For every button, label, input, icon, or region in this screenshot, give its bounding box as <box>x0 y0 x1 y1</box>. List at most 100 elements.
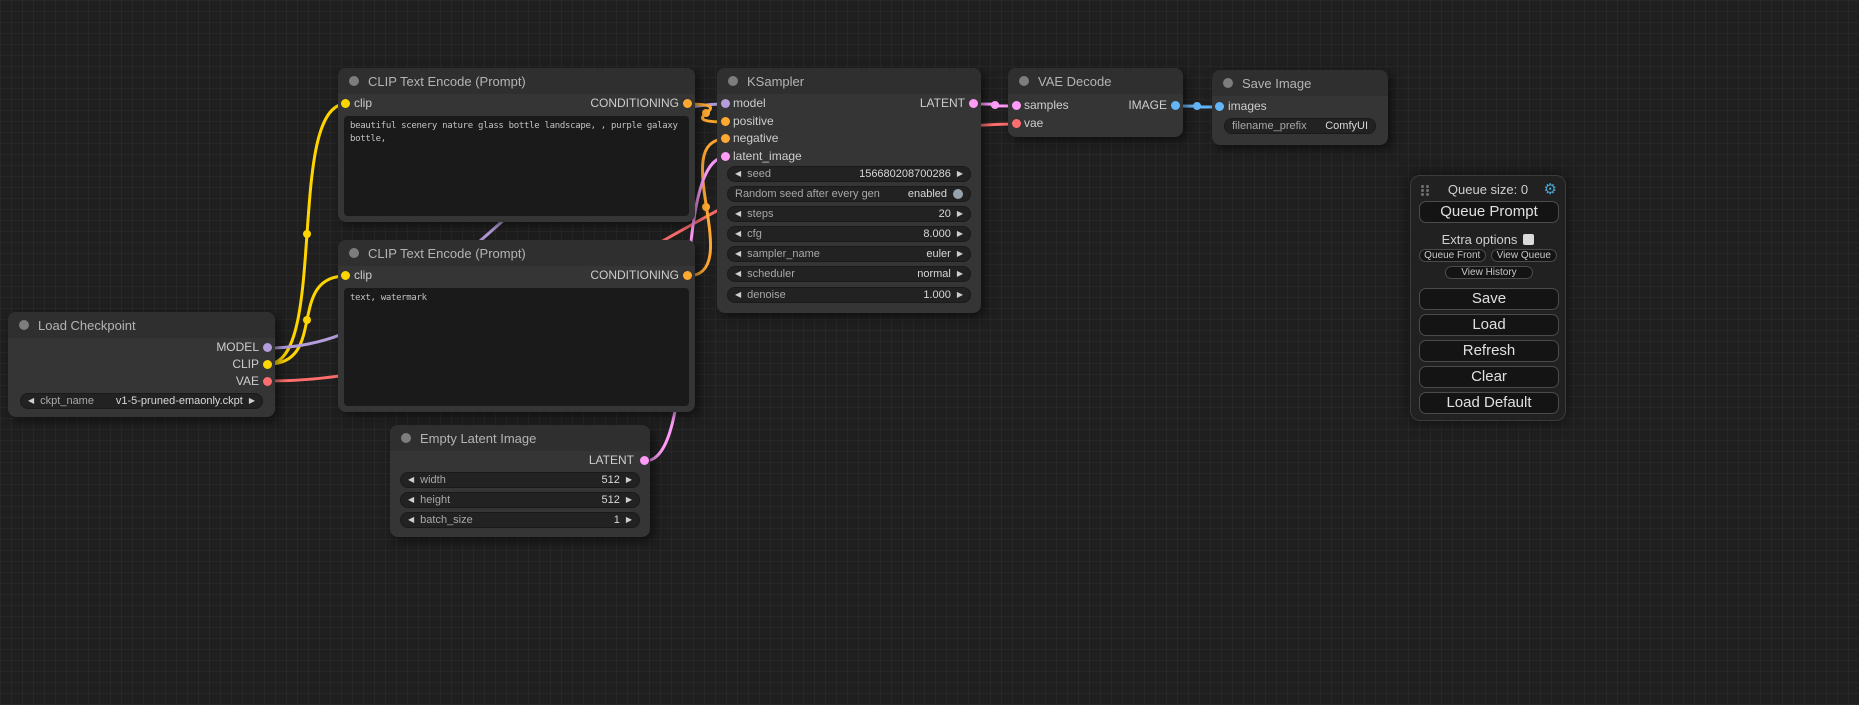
port-model-input[interactable] <box>721 99 730 108</box>
decrement-arrow-icon[interactable]: ◀ <box>735 166 741 182</box>
port-conditioning-output[interactable] <box>683 99 692 108</box>
port-vae-output[interactable] <box>263 377 272 386</box>
queue-prompt-button[interactable]: Queue Prompt <box>1419 201 1559 223</box>
widget-value: 20 <box>939 208 951 220</box>
node-title-bar[interactable]: Load Checkpoint <box>8 312 275 338</box>
toggle-knob[interactable] <box>953 189 963 199</box>
batch-size-widget[interactable]: ◀ batch_size 1 ▶ <box>400 512 640 528</box>
port-clip-input[interactable] <box>341 271 350 280</box>
node-title-bar[interactable]: Save Image <box>1212 70 1388 96</box>
load-default-button[interactable]: Load Default <box>1419 392 1559 414</box>
steps-widget[interactable]: ◀ steps 20 ▶ <box>727 206 971 222</box>
queue-panel: Queue size: 0 ⚙ Queue Prompt Extra optio… <box>1410 175 1566 421</box>
sampler-name-widget[interactable]: ◀ sampler_name euler ▶ <box>727 246 971 262</box>
scheduler-widget[interactable]: ◀ scheduler normal ▶ <box>727 266 971 282</box>
port-latent-output[interactable] <box>640 456 649 465</box>
prev-arrow-icon[interactable]: ◀ <box>735 246 741 262</box>
node-title-bar[interactable]: CLIP Text Encode (Prompt) <box>338 240 695 266</box>
port-image-output[interactable] <box>1171 101 1180 110</box>
collapse-dot[interactable] <box>349 76 359 86</box>
increment-arrow-icon[interactable]: ▶ <box>626 492 632 508</box>
widget-value: normal <box>917 268 951 280</box>
view-queue-button[interactable]: View Queue <box>1491 249 1558 262</box>
port-negative-input[interactable] <box>721 134 730 143</box>
next-arrow-icon[interactable]: ▶ <box>957 266 963 282</box>
filename-prefix-widget[interactable]: filename_prefix ComfyUI <box>1224 118 1376 134</box>
view-history-button[interactable]: View History <box>1445 266 1533 279</box>
prompt-textarea[interactable]: text, watermark <box>344 288 689 406</box>
port-positive-input[interactable] <box>721 117 730 126</box>
increment-arrow-icon[interactable]: ▶ <box>626 512 632 528</box>
port-vae-input[interactable] <box>1012 119 1021 128</box>
load-button[interactable]: Load <box>1419 314 1559 336</box>
input-label-latent-image: latent_image <box>733 148 802 165</box>
decrement-arrow-icon[interactable]: ◀ <box>408 472 414 488</box>
random-seed-toggle[interactable]: Random seed after every gen enabled <box>727 186 971 202</box>
output-label-vae: VAE <box>24 373 259 390</box>
decrement-arrow-icon[interactable]: ◀ <box>735 287 741 303</box>
next-arrow-icon[interactable]: ▶ <box>957 246 963 262</box>
widget-name: Random seed after every gen <box>735 188 880 200</box>
increment-arrow-icon[interactable]: ▶ <box>957 226 963 242</box>
port-latent-image-input[interactable] <box>721 152 730 161</box>
node-vae-decode[interactable]: VAE Decode samples IMAGE vae <box>1008 68 1183 137</box>
node-clip-text-encode-positive[interactable]: CLIP Text Encode (Prompt) clip CONDITION… <box>338 68 695 222</box>
widget-value: 1 <box>614 514 620 526</box>
node-title: KSampler <box>747 74 804 89</box>
node-title-bar[interactable]: KSampler <box>717 68 981 94</box>
input-label-positive: positive <box>733 113 774 130</box>
node-ksampler[interactable]: KSampler model LATENT positive negative … <box>717 68 981 313</box>
prev-arrow-icon[interactable]: ◀ <box>28 393 34 409</box>
width-widget[interactable]: ◀ width 512 ▶ <box>400 472 640 488</box>
input-label-samples: samples <box>1024 97 1069 114</box>
settings-gear-icon[interactable]: ⚙ <box>1544 180 1557 198</box>
node-clip-text-encode-negative[interactable]: CLIP Text Encode (Prompt) clip CONDITION… <box>338 240 695 412</box>
cfg-widget[interactable]: ◀ cfg 8.000 ▶ <box>727 226 971 242</box>
seed-widget[interactable]: ◀ seed 156680208700286 ▶ <box>727 166 971 182</box>
prompt-textarea[interactable]: beautiful scenery nature glass bottle la… <box>344 116 689 216</box>
collapse-dot[interactable] <box>1019 76 1029 86</box>
height-widget[interactable]: ◀ height 512 ▶ <box>400 492 640 508</box>
clear-button[interactable]: Clear <box>1419 366 1559 388</box>
port-samples-input[interactable] <box>1012 101 1021 110</box>
node-load-checkpoint[interactable]: Load Checkpoint MODEL CLIP VAE ◀ ckpt_na… <box>8 312 275 417</box>
port-conditioning-output[interactable] <box>683 271 692 280</box>
queue-front-button[interactable]: Queue Front <box>1419 249 1486 262</box>
node-save-image[interactable]: Save Image images filename_prefix ComfyU… <box>1212 70 1388 145</box>
node-title: Save Image <box>1242 76 1311 91</box>
ckpt-name-widget[interactable]: ◀ ckpt_name v1-5-pruned-emaonly.ckpt ▶ <box>20 393 263 409</box>
output-label-model: MODEL <box>24 339 259 356</box>
node-title-bar[interactable]: CLIP Text Encode (Prompt) <box>338 68 695 94</box>
decrement-arrow-icon[interactable]: ◀ <box>408 492 414 508</box>
collapse-dot[interactable] <box>728 76 738 86</box>
next-arrow-icon[interactable]: ▶ <box>249 393 255 409</box>
link-dot <box>991 101 999 109</box>
extra-options-checkbox[interactable] <box>1523 234 1534 245</box>
collapse-dot[interactable] <box>1223 78 1233 88</box>
widget-name: ckpt_name <box>40 395 94 407</box>
graph-canvas[interactable]: { "icons": {"gear": "⚙", "arrow_left": "… <box>0 0 1859 705</box>
decrement-arrow-icon[interactable]: ◀ <box>408 512 414 528</box>
port-clip-input[interactable] <box>341 99 350 108</box>
collapse-dot[interactable] <box>401 433 411 443</box>
port-model-output[interactable] <box>263 343 272 352</box>
widget-name: scheduler <box>747 268 795 280</box>
refresh-button[interactable]: Refresh <box>1419 340 1559 362</box>
node-title-bar[interactable]: VAE Decode <box>1008 68 1183 94</box>
denoise-widget[interactable]: ◀ denoise 1.000 ▶ <box>727 287 971 303</box>
port-clip-output[interactable] <box>263 360 272 369</box>
collapse-dot[interactable] <box>349 248 359 258</box>
collapse-dot[interactable] <box>19 320 29 330</box>
increment-arrow-icon[interactable]: ▶ <box>957 206 963 222</box>
increment-arrow-icon[interactable]: ▶ <box>957 287 963 303</box>
increment-arrow-icon[interactable]: ▶ <box>626 472 632 488</box>
increment-arrow-icon[interactable]: ▶ <box>957 166 963 182</box>
port-images-input[interactable] <box>1215 102 1224 111</box>
decrement-arrow-icon[interactable]: ◀ <box>735 226 741 242</box>
save-button[interactable]: Save <box>1419 288 1559 310</box>
prev-arrow-icon[interactable]: ◀ <box>735 266 741 282</box>
node-title-bar[interactable]: Empty Latent Image <box>390 425 650 451</box>
port-latent-output[interactable] <box>969 99 978 108</box>
decrement-arrow-icon[interactable]: ◀ <box>735 206 741 222</box>
node-empty-latent-image[interactable]: Empty Latent Image LATENT ◀ width 512 ▶ … <box>390 425 650 537</box>
